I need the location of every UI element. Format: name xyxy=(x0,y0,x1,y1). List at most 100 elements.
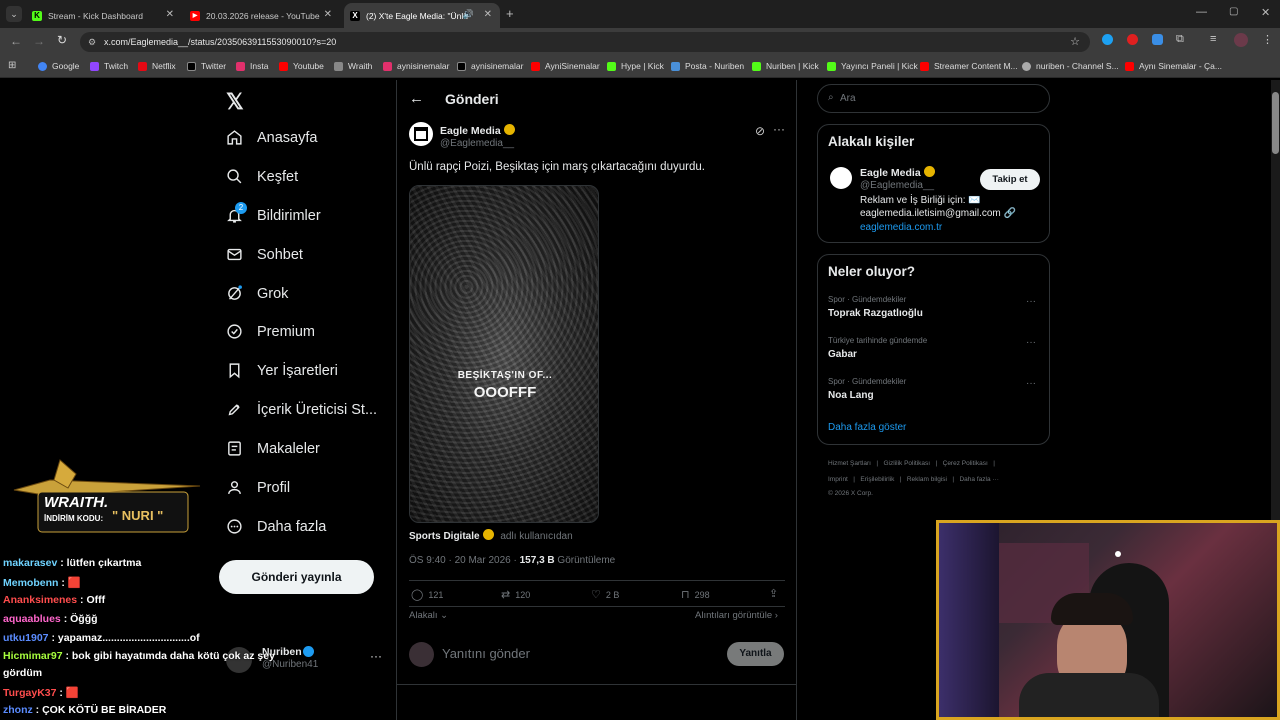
more-icon[interactable]: ··· xyxy=(1026,378,1036,389)
video-source[interactable]: Sports Digitale adlı kullanıcıdan xyxy=(409,529,573,542)
speaker-icon[interactable]: 🔊 xyxy=(463,9,474,20)
media-icon[interactable]: ≡ xyxy=(1210,33,1216,45)
chat-text: : Öğğğ xyxy=(60,613,98,625)
follow-button[interactable]: Takip et xyxy=(980,169,1040,190)
nav-more[interactable]: Daha fazla xyxy=(226,518,326,535)
search-box[interactable]: ⌕ Ara xyxy=(817,84,1050,113)
nav-creator-studio[interactable]: İçerik Üreticisi St... xyxy=(226,401,377,418)
puzzle-icon[interactable]: ⧉ xyxy=(1176,33,1184,46)
bookmark-ayni-sinemalar-ca[interactable]: Aynı Sinemalar - Ça... xyxy=(1125,61,1222,71)
trend-context: Spor · Gündemdekiler xyxy=(828,377,907,386)
bookmark-aynisinemalar-x[interactable]: aynisinemalar xyxy=(457,61,523,71)
nav-bookmarks[interactable]: Yer İşaretleri xyxy=(226,362,338,379)
trend-item[interactable]: Türkiye tarihinde gündemde Gabar ··· xyxy=(818,334,1049,372)
author-handle[interactable]: @Eaglemedia__ xyxy=(440,138,514,149)
bio-link[interactable]: eaglemedia.com.tr xyxy=(860,222,942,233)
sponsor-banner: WRAITH. İNDİRİM KODU: " NURI " xyxy=(10,452,206,540)
bookmark-posta-nuriben[interactable]: Posta - Nuriben xyxy=(671,61,744,71)
bookmark-youtube[interactable]: Youtube xyxy=(279,61,324,71)
chat-message: utku1907 : yapamaz......................… xyxy=(3,632,200,644)
card-title: Alakalı kişiler xyxy=(828,134,915,149)
post-video[interactable]: BEŞİKTAŞ'IN OF... OOOFFF xyxy=(409,185,599,523)
tab-x-post[interactable]: X (2) X'te Eagle Media: "Ünlü 🔊 ✕ xyxy=(344,3,500,28)
post-timestamp[interactable]: ÖS 9:40 · 20 Mar 2026 · xyxy=(409,555,520,566)
tab-search-button[interactable]: ⌄ xyxy=(6,6,22,22)
repost-stat[interactable]: ⇄ 120 xyxy=(501,588,530,601)
reply-stat[interactable]: ◯ 121 xyxy=(411,588,443,601)
site-info-icon[interactable]: ⚙ xyxy=(88,32,96,52)
close-icon[interactable]: ✕ xyxy=(166,9,174,20)
extension-icon[interactable] xyxy=(1102,34,1113,45)
new-tab-button[interactable]: + xyxy=(506,6,514,21)
youtube-icon: ▶ xyxy=(190,10,200,21)
reply-input[interactable]: Yanıtını gönder xyxy=(442,646,530,661)
back-arrow-icon[interactable]: ← xyxy=(409,90,424,107)
window-close-button[interactable]: ✕ xyxy=(1261,6,1270,19)
bookmark-yayinci-paneli[interactable]: Yayıncı Paneli | Kick xyxy=(827,61,918,71)
nav-premium[interactable]: Premium xyxy=(226,323,315,340)
avatar[interactable] xyxy=(830,167,852,189)
bookmark-wraith[interactable]: Wraith xyxy=(334,61,372,71)
show-more-link[interactable]: Daha fazla göster xyxy=(828,422,906,433)
address-bar-row: ← → ↻ ⚙ x.com/Eaglemedia__/status/203506… xyxy=(0,28,1280,56)
forward-arrow-icon[interactable]: → xyxy=(33,34,45,48)
source-name[interactable]: Sports Digitale xyxy=(409,531,480,542)
more-icon[interactable]: ··· xyxy=(1026,337,1036,348)
menu-icon[interactable]: ⋮ xyxy=(1262,33,1273,46)
author-avatar[interactable] xyxy=(409,122,433,146)
more-icon[interactable]: ··· xyxy=(1026,296,1036,307)
nav-profile[interactable]: Profil xyxy=(226,479,290,496)
more-icon[interactable]: ··· xyxy=(370,649,382,663)
tab-kick-dashboard[interactable]: K Stream - Kick Dashboard ✕ xyxy=(26,3,182,28)
sort-relevant-button[interactable]: Alakalı ⌄ xyxy=(409,610,448,621)
view-quotes-link[interactable]: Alıntıları görüntüle › xyxy=(695,610,778,621)
back-arrow-icon[interactable]: ← xyxy=(10,34,22,48)
apps-grid-icon[interactable]: ⊞ xyxy=(8,60,16,71)
close-icon[interactable]: ✕ xyxy=(324,9,332,20)
extension-icon[interactable] xyxy=(1127,34,1138,45)
nav-label: Yer İşaretleri xyxy=(257,362,338,379)
bookmark-twitter[interactable]: Twitter xyxy=(187,61,226,71)
bookmark-google[interactable]: Google xyxy=(38,61,79,71)
nav-notifications[interactable]: 2 Bildirimler xyxy=(226,202,321,224)
footer-links[interactable]: Imprint | Erişilebilirlik | Reklam bilgi… xyxy=(828,476,999,483)
tab-youtube[interactable]: ▶ 20.03.2026 release - YouTube ✕ xyxy=(184,3,340,28)
reply-button[interactable]: Yanıtla xyxy=(727,642,784,666)
url-input[interactable]: ⚙ x.com/Eaglemedia__/status/203506391155… xyxy=(80,32,1090,52)
nav-messages[interactable]: Sohbet xyxy=(226,246,303,263)
more-icon[interactable]: ··· xyxy=(773,122,785,136)
grok-icon[interactable]: ⊘ xyxy=(755,124,765,138)
bookmark-twitch[interactable]: Twitch xyxy=(90,61,128,71)
search-input[interactable]: Ara xyxy=(840,93,856,104)
like-stat[interactable]: ♡ 2 B xyxy=(591,588,619,601)
bookmark-netflix[interactable]: Netflix xyxy=(138,61,176,71)
star-icon[interactable]: ☆ xyxy=(1070,32,1080,52)
nav-grok[interactable]: Grok xyxy=(226,285,288,302)
reload-icon[interactable]: ↻ xyxy=(57,33,67,47)
trend-item[interactable]: Spor · Gündemdekiler Toprak Razgatlıoğlu… xyxy=(818,293,1049,331)
maximize-button[interactable]: ▢ xyxy=(1229,6,1238,17)
bookmark-aynisinemalar-yt[interactable]: AyniSinemalar xyxy=(531,61,600,71)
bookmark-aynisinemalar[interactable]: aynisinemalar xyxy=(383,61,449,71)
bookmark-hype-kick[interactable]: Hype | Kick xyxy=(607,61,664,71)
person-name[interactable]: Eagle Media xyxy=(860,166,935,179)
nav-explore[interactable]: Keşfet xyxy=(226,168,298,185)
share-icon[interactable]: ⇪ xyxy=(769,587,778,600)
extension-icon[interactable] xyxy=(1152,34,1163,45)
chat-message: Memobenn : 🟥 xyxy=(3,576,81,589)
bookmark-streamer-content[interactable]: Streamer Content M... xyxy=(920,61,1018,71)
minimize-button[interactable]: — xyxy=(1196,6,1207,18)
footer-links[interactable]: Hizmet Şartları | Gizlilik Politikası | … xyxy=(828,460,995,467)
nav-articles[interactable]: Makaleler xyxy=(226,440,320,457)
close-icon[interactable]: ✕ xyxy=(484,9,492,20)
profile-avatar[interactable] xyxy=(1234,33,1248,47)
author-name[interactable]: Eagle Media xyxy=(440,124,515,137)
nav-home[interactable]: Anasayfa xyxy=(226,129,317,146)
bookmark-insta[interactable]: Insta xyxy=(236,61,268,71)
bookmark-stat[interactable]: ⊓ 298 xyxy=(681,588,710,601)
trend-item[interactable]: Spor · Gündemdekiler Noa Lang ··· xyxy=(818,375,1049,413)
x-logo-icon[interactable]: 𝕏 xyxy=(226,89,244,115)
bookmark-nuriben-channel[interactable]: nuriben - Channel S... xyxy=(1022,61,1119,71)
bookmark-nuriben-kick[interactable]: Nuriben | Kick xyxy=(752,61,819,71)
post-button[interactable]: Gönderi yayınla xyxy=(219,560,374,594)
